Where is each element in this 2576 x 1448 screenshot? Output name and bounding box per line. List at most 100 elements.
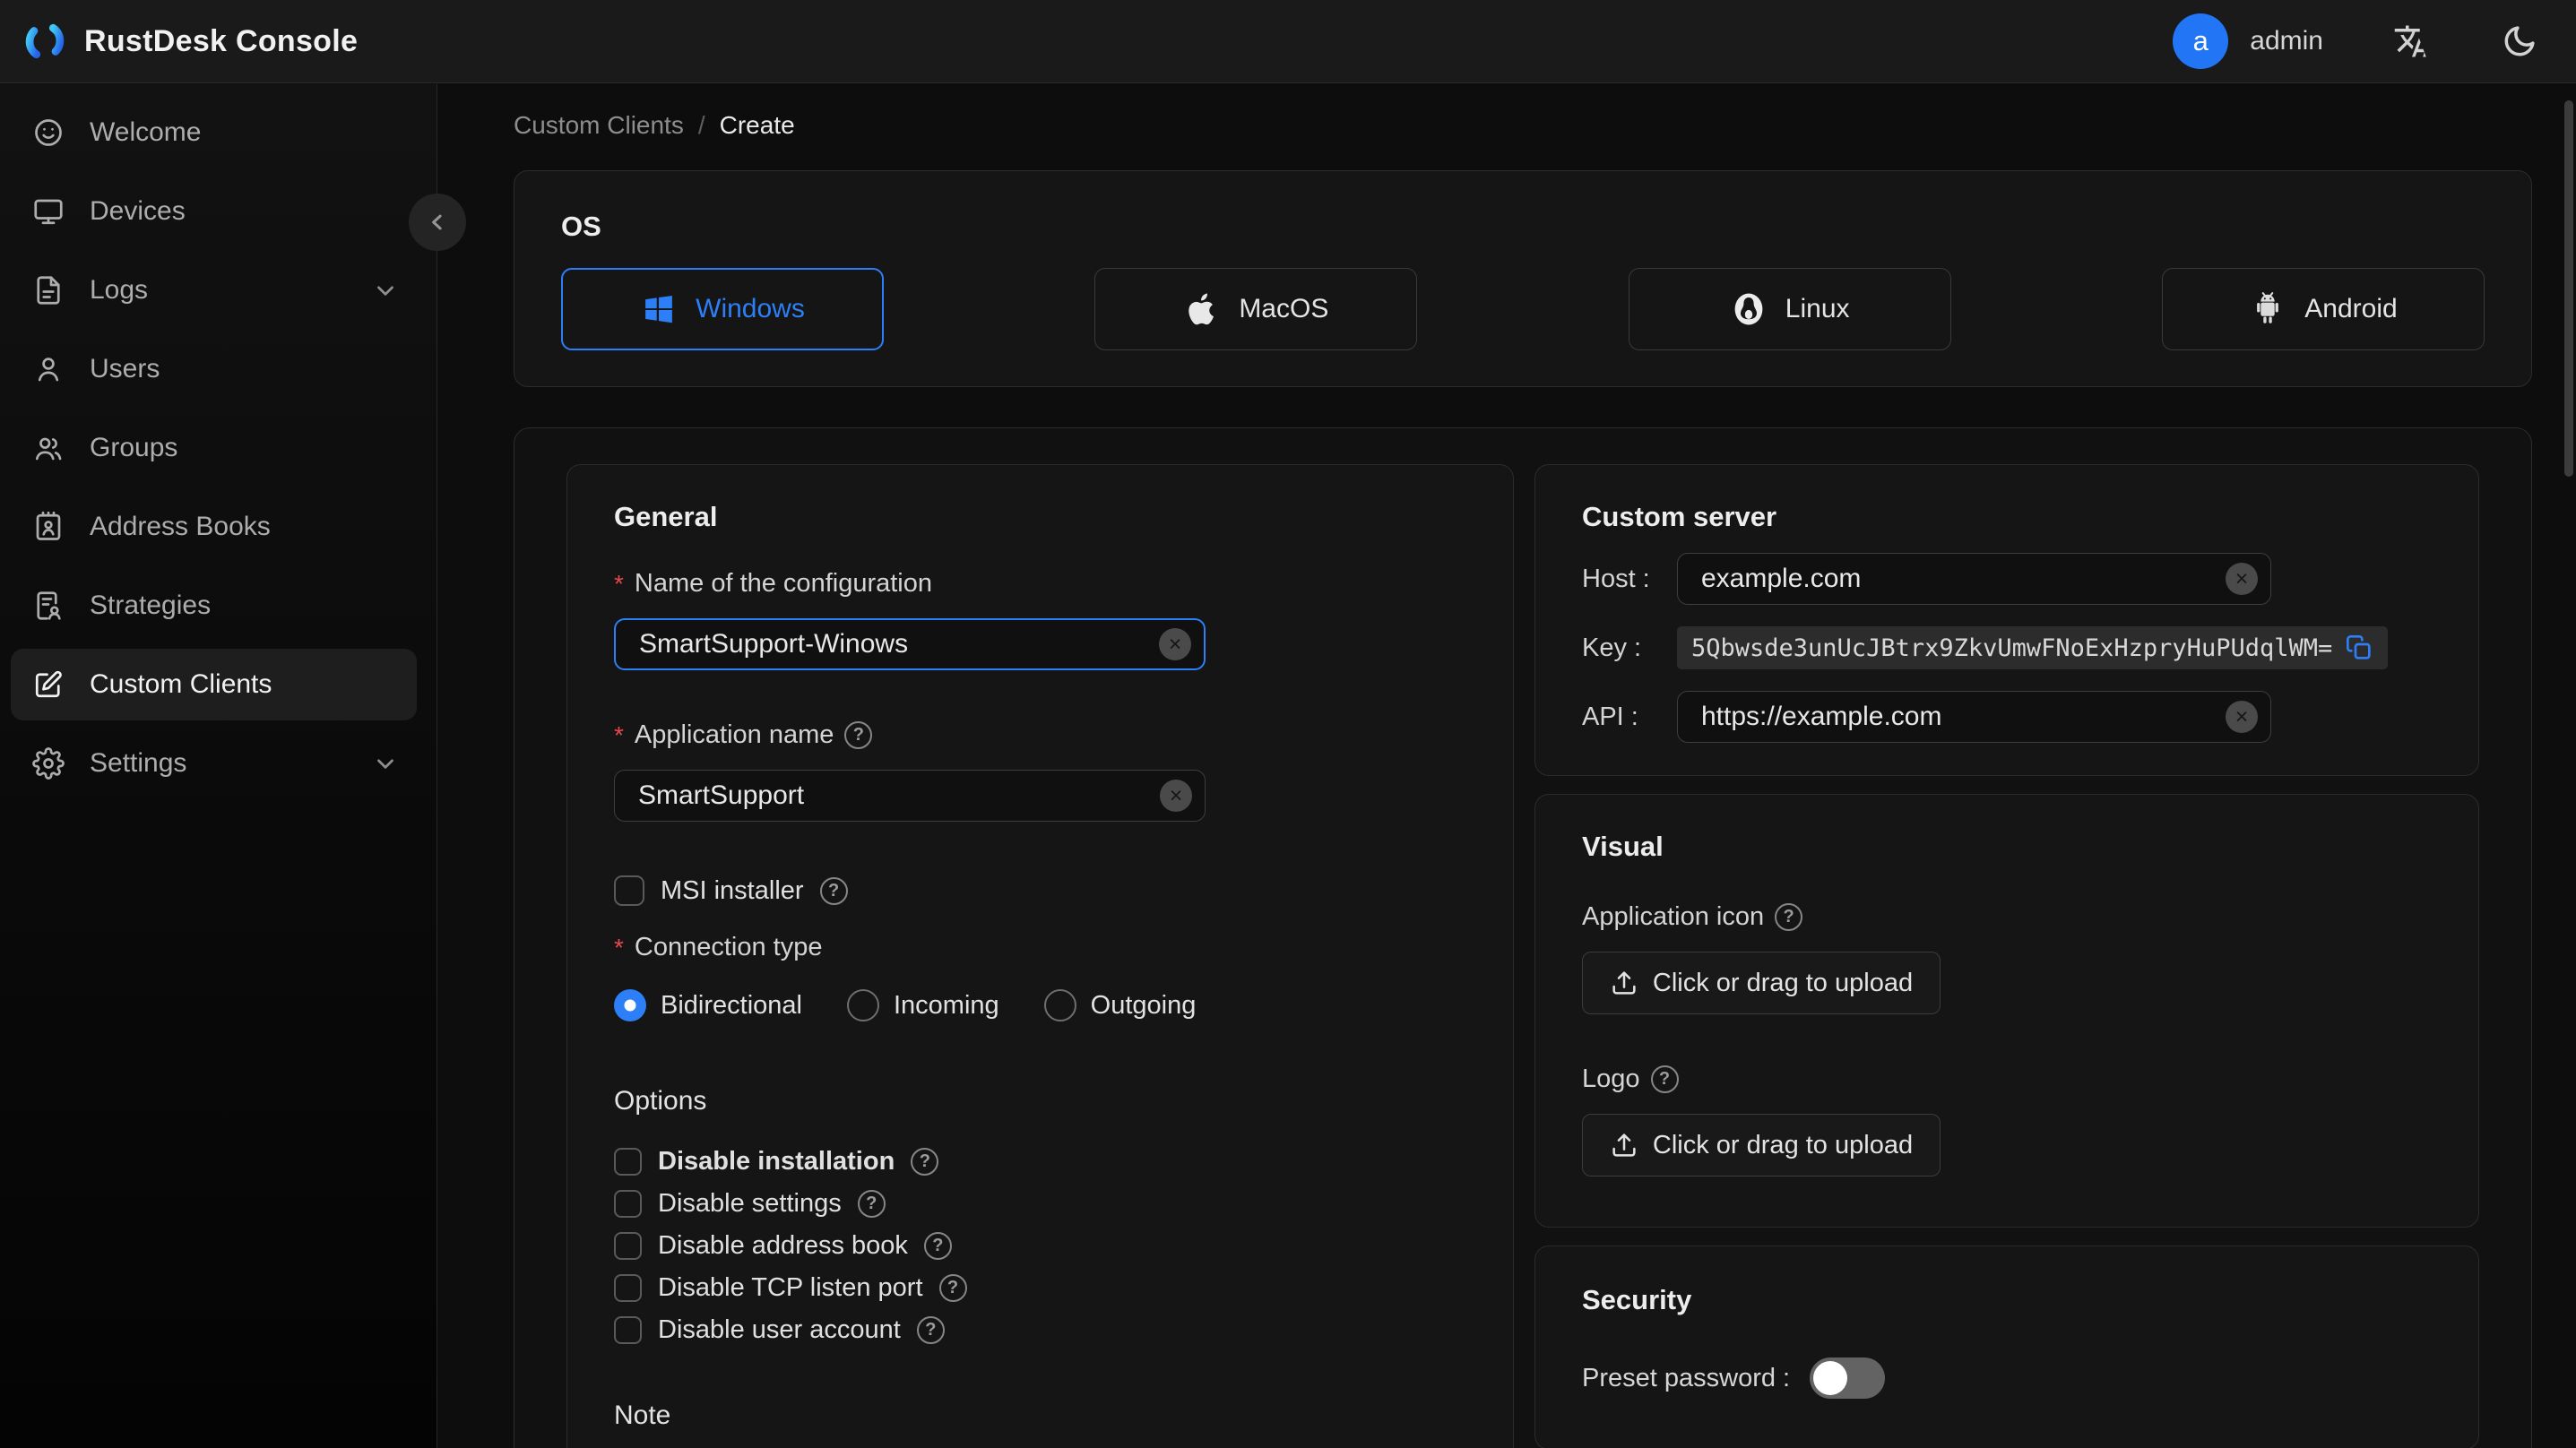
connection-type-label: * Connection type (614, 933, 823, 961)
upload-button-label: Click or drag to upload (1652, 1130, 1914, 1159)
translate-icon[interactable] (2393, 22, 2431, 60)
clear-icon[interactable]: × (2226, 701, 2258, 733)
sidebar-item-label: Address Books (90, 512, 271, 541)
custom-server-title: Custom server (1582, 501, 1777, 532)
msi-installer-checkbox[interactable] (614, 875, 644, 906)
msi-installer-label: MSI installer (661, 875, 804, 905)
os-button-linux[interactable]: Linux (1628, 268, 1951, 350)
sidebar-collapse-button[interactable] (409, 194, 466, 251)
host-label: Host : (1582, 564, 1650, 593)
upload-button-label: Click or drag to upload (1652, 968, 1914, 997)
key-field: 5Qbwsde3unUcJBtrx9ZkvUmwFNoExHzpryHuPUdq… (1677, 626, 2389, 669)
form-container: General * Name of the configuration × * … (514, 427, 2532, 1448)
radio-icon[interactable] (846, 989, 879, 1021)
sidebar-item-address-books[interactable]: Address Books (11, 491, 417, 563)
sidebar-item-devices[interactable]: Devices (11, 176, 417, 247)
help-icon[interactable]: ? (857, 1190, 886, 1218)
breadcrumb: Custom Clients / Create (514, 106, 2532, 145)
upload-icon (1612, 1133, 1636, 1157)
rustdesk-logo-icon (23, 20, 66, 63)
breadcrumb-separator: / (697, 111, 705, 139)
app-header: RustDesk Console a admin (0, 0, 2576, 83)
option-disable-user-account: Disable user account ? (614, 1315, 1466, 1345)
sidebar-item-label: Devices (90, 196, 186, 226)
username[interactable]: admin (2250, 26, 2323, 56)
os-button-label: MacOS (1239, 294, 1329, 323)
logo-upload-button[interactable]: Click or drag to upload (1582, 1114, 1941, 1176)
strategy-doc-icon (37, 591, 61, 620)
custom-server-card: Custom server Host : × Key : 5Qbwsde3unU… (1534, 464, 2479, 776)
file-text-icon (37, 276, 60, 305)
help-icon[interactable]: ? (911, 1148, 939, 1176)
sidebar-item-settings[interactable]: Settings (11, 728, 417, 799)
help-icon[interactable]: ? (819, 876, 848, 905)
sidebar-item-label: Settings (90, 748, 187, 778)
preset-password-toggle[interactable] (1810, 1358, 1886, 1399)
main-content: Custom Clients / Create OS Windows MacOS… (438, 84, 2576, 1448)
help-icon[interactable]: ? (938, 1274, 967, 1302)
name-field[interactable]: × (614, 618, 1206, 670)
application-icon-upload-button[interactable]: Click or drag to upload (1582, 952, 1941, 1014)
host-input[interactable] (1699, 563, 2217, 595)
checkbox[interactable] (614, 1190, 642, 1218)
preset-password-label: Preset password : (1582, 1363, 1791, 1392)
apple-icon (1189, 293, 1215, 325)
host-field[interactable]: × (1677, 553, 2271, 605)
radio-outgoing[interactable]: Outgoing (1043, 989, 1196, 1021)
app-name-field[interactable]: × (614, 770, 1206, 822)
security-card: Security Preset password : (1534, 1245, 2479, 1448)
sidebar-item-label: Logs (90, 275, 149, 305)
application-icon-label: Application icon ? (1582, 902, 2432, 932)
checkbox[interactable] (614, 1274, 642, 1302)
api-input[interactable] (1699, 701, 2217, 733)
help-icon[interactable]: ? (1650, 1065, 1679, 1093)
users-icon (35, 437, 62, 461)
sidebar-item-label: Custom Clients (90, 669, 272, 699)
sidebar-item-users[interactable]: Users (11, 333, 417, 405)
checkbox[interactable] (614, 1316, 642, 1344)
dark-mode-moon-icon[interactable] (2501, 22, 2538, 60)
note-label: Note (614, 1401, 671, 1430)
copy-icon[interactable] (2345, 634, 2373, 662)
sidebar-item-strategies[interactable]: Strategies (11, 570, 417, 642)
general-card: General * Name of the configuration × * … (566, 464, 1514, 1448)
sidebar-item-welcome[interactable]: Welcome (11, 97, 417, 168)
os-button-windows[interactable]: Windows (561, 268, 884, 350)
scrollbar-thumb[interactable] (2564, 100, 2573, 477)
breadcrumb-parent[interactable]: Custom Clients (514, 111, 684, 140)
radio-incoming[interactable]: Incoming (846, 989, 999, 1021)
os-button-macos[interactable]: MacOS (1094, 268, 1418, 350)
radio-icon[interactable] (1043, 989, 1076, 1021)
security-title: Security (1582, 1284, 1692, 1315)
help-icon[interactable]: ? (844, 721, 873, 749)
option-disable-installation: Disable installation ? (614, 1147, 1466, 1176)
name-input[interactable] (637, 628, 1150, 660)
checkbox[interactable] (614, 1232, 642, 1260)
clear-icon[interactable]: × (1159, 628, 1191, 660)
header-right: a admin (2173, 13, 2538, 69)
key-label: Key : (1582, 633, 1642, 662)
help-icon[interactable]: ? (923, 1232, 952, 1260)
help-icon[interactable]: ? (1775, 903, 1803, 931)
sidebar-item-groups[interactable]: Groups (11, 412, 417, 484)
api-field[interactable]: × (1677, 691, 2271, 743)
avatar[interactable]: a (2173, 13, 2229, 69)
clear-icon[interactable]: × (1160, 780, 1192, 812)
sidebar-item-logs[interactable]: Logs (11, 254, 417, 326)
os-button-android[interactable]: Android (2161, 268, 2485, 350)
radio-bidirectional[interactable]: Bidirectional (614, 989, 802, 1021)
help-icon[interactable]: ? (916, 1316, 945, 1344)
os-card: OS Windows MacOS Linux Android (514, 170, 2532, 387)
name-label: * Name of the configuration (614, 569, 932, 598)
radio-icon[interactable] (614, 989, 646, 1021)
sidebar-item-label: Groups (90, 433, 178, 462)
required-marker: * (614, 933, 624, 961)
chevron-down-icon (377, 759, 393, 769)
checkbox[interactable] (614, 1148, 642, 1176)
msi-installer-row: MSI installer ? (614, 875, 1466, 906)
app-name-input[interactable] (636, 780, 1151, 812)
option-disable-tcp-listen-port: Disable TCP listen port ? (614, 1273, 1466, 1303)
clear-icon[interactable]: × (2226, 563, 2258, 595)
option-disable-settings: Disable settings ? (614, 1189, 1466, 1219)
sidebar-item-custom-clients[interactable]: Custom Clients (11, 649, 417, 720)
